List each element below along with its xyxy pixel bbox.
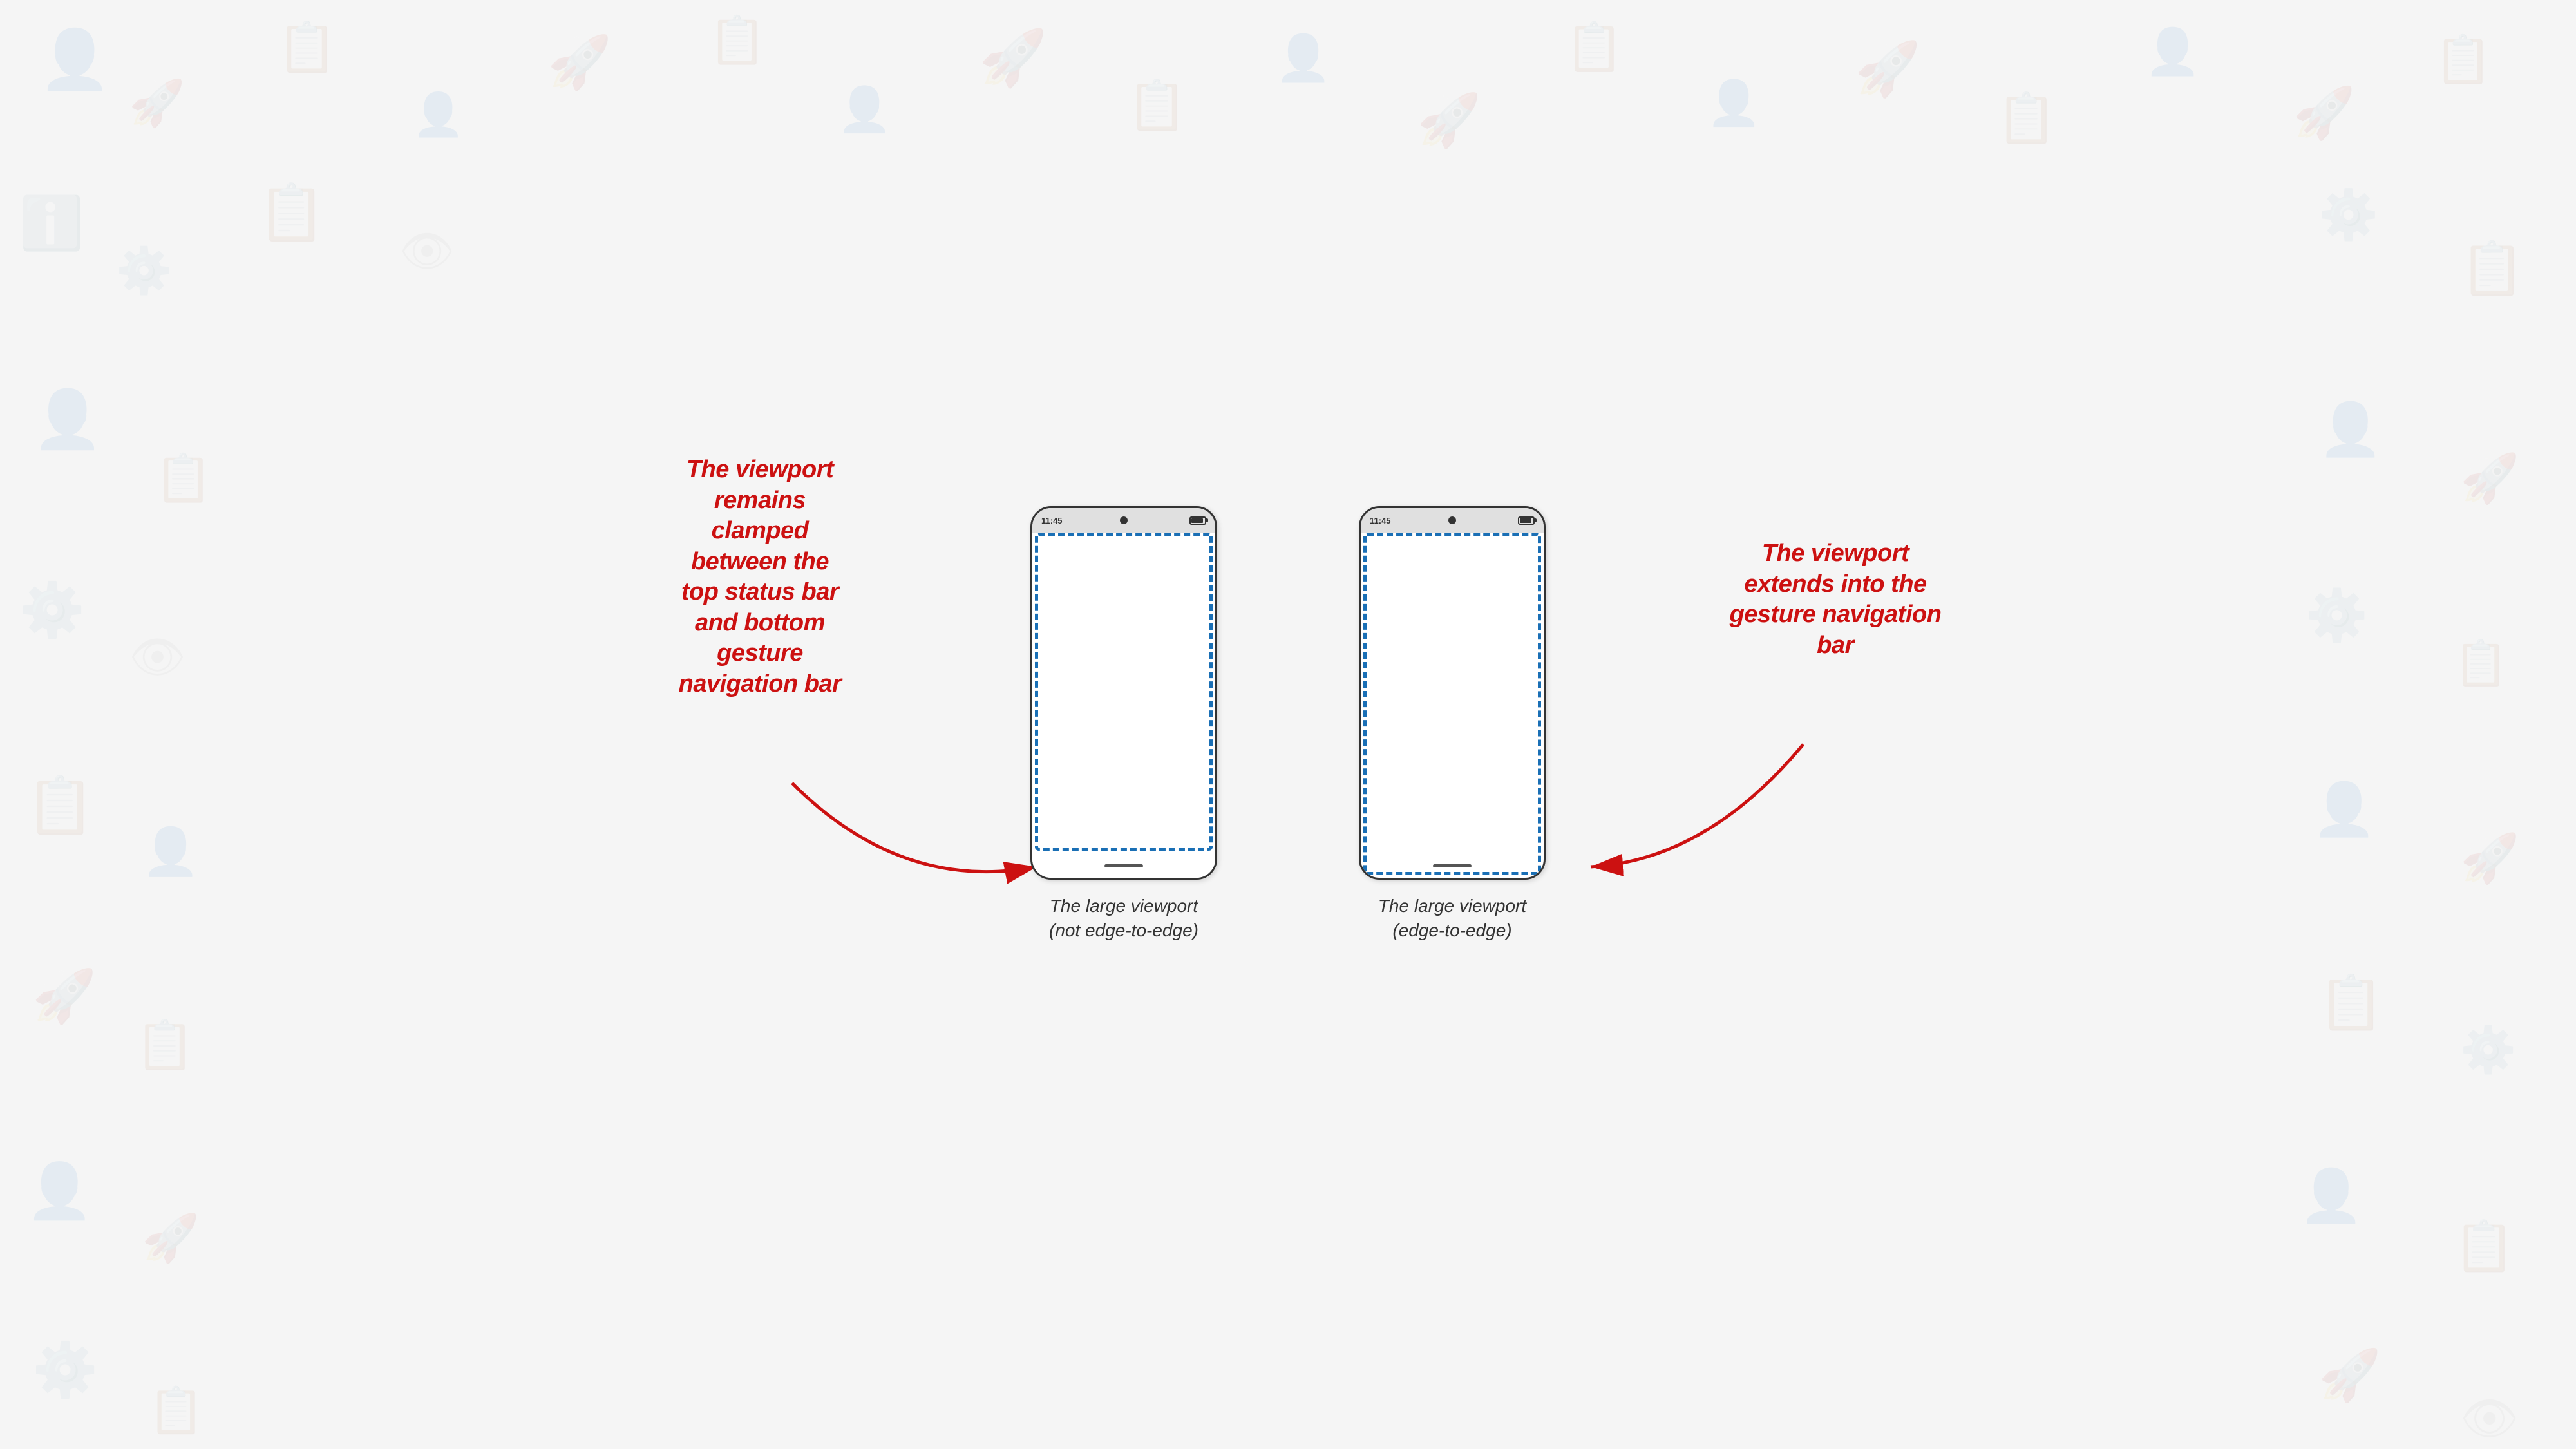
left-annotation-text: The viewport — [687, 456, 833, 483]
phone-right-battery — [1518, 516, 1535, 525]
right-annotation: The viewport extends into the gesture na… — [1662, 538, 2009, 661]
left-annotation-text4: between the — [691, 548, 829, 575]
phone-right-viewport-border — [1363, 533, 1541, 875]
phone-left-time: 11:45 — [1041, 516, 1063, 526]
main-content: The viewport remains clamped between the… — [0, 0, 2576, 1449]
phone-right-time: 11:45 — [1370, 516, 1391, 526]
phone-right-frame: 11:45 — [1359, 506, 1546, 880]
phone-left-viewport-border — [1035, 533, 1213, 851]
left-annotation-text6: and bottom — [695, 609, 825, 636]
phone-right-gesture-handle — [1433, 864, 1472, 867]
phone-left-caption: The large viewport (not edge-to-edge) — [1049, 894, 1198, 943]
phone-left-caption-line1: The large viewport — [1050, 896, 1198, 916]
battery-fill-right — [1520, 518, 1531, 523]
phone-right-camera — [1448, 516, 1456, 524]
phone-right-caption: The large viewport (edge-to-edge) — [1378, 894, 1526, 943]
phone-left-battery — [1189, 516, 1206, 525]
phone-right-caption-line2: (edge-to-edge) — [1392, 920, 1511, 940]
phone-right-caption-line1: The large viewport — [1378, 896, 1526, 916]
left-annotation-text7: gesture — [717, 639, 803, 667]
phone-right-bottom-bar — [1361, 853, 1544, 878]
left-annotation-text3: clamped — [712, 517, 809, 544]
phone-left-status-bar: 11:45 — [1032, 508, 1215, 533]
right-arrow — [1591, 744, 1803, 867]
left-annotation-text5: top status bar — [681, 578, 838, 605]
phone-left-caption-line2: (not edge-to-edge) — [1049, 920, 1198, 940]
phone-right-status-bar: 11:45 — [1361, 508, 1544, 533]
phone-left-frame: 11:45 — [1030, 506, 1217, 880]
phone-left-container: 11:45 The large viewport (not edge-t — [1030, 506, 1217, 943]
left-annotation-text8: navigation bar — [679, 670, 842, 697]
left-arrow — [792, 783, 1037, 872]
right-annotation-text4: bar — [1817, 632, 1854, 659]
phone-left-camera — [1120, 516, 1128, 524]
right-annotation-text3: gesture navigation — [1730, 601, 1942, 628]
phone-right-container: 11:45 The large viewport (edge-to-ed — [1359, 506, 1546, 943]
battery-fill-left — [1191, 518, 1203, 523]
right-annotation-text2: extends into the — [1744, 571, 1926, 598]
right-annotation-text1: The viewport — [1762, 540, 1909, 567]
left-annotation: The viewport remains clamped between the… — [580, 455, 940, 699]
left-annotation-text2: remains — [714, 487, 806, 514]
phones-comparison-row: The viewport remains clamped between the… — [1030, 506, 1546, 943]
phone-left-bottom-bar — [1032, 853, 1215, 878]
phone-left-gesture-handle — [1104, 864, 1143, 867]
